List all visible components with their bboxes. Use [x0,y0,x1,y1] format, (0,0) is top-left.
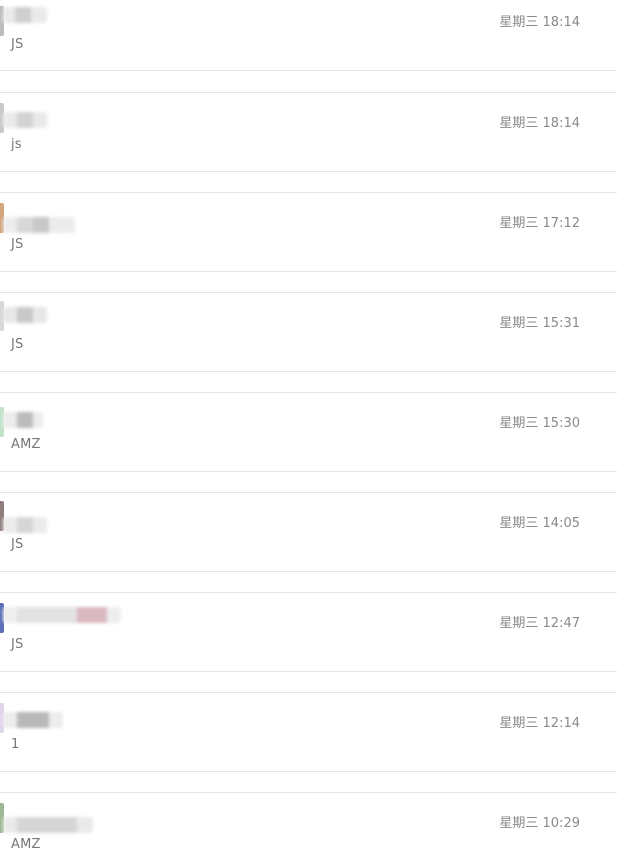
message-time: 星期三 15:31 [499,316,580,331]
message-preview: JS [11,537,24,552]
message-time: 星期三 12:14 [499,716,580,731]
message-preview: AMZ [11,837,41,848]
conversation-item[interactable]: JS 星期三 15:31 [0,292,617,372]
message-time: 星期三 14:05 [499,516,580,531]
contact-name-redacted [3,217,75,233]
contact-name-redacted [3,817,93,833]
conversation-item[interactable]: JS 星期三 14:05 [0,492,617,572]
contact-name-redacted [3,517,47,533]
contact-name-redacted [3,307,47,323]
conversation-item[interactable]: JS 星期三 12:47 [0,592,617,672]
message-time: 星期三 18:14 [499,116,580,131]
conversation-item[interactable]: AMZ 星期三 10:29 [0,792,617,848]
contact-name-redacted [3,112,47,128]
contact-name-redacted [3,412,43,428]
conversation-item[interactable]: JS 星期三 17:12 [0,192,617,272]
contact-name-redacted [3,607,121,623]
message-preview: 1 [11,737,20,752]
message-time: 星期三 12:47 [499,616,580,631]
message-preview: JS [11,237,24,252]
contact-name-redacted [3,712,63,728]
conversation-item[interactable]: js 星期三 18:14 [0,92,617,172]
message-preview: JS [11,37,24,52]
message-time: 星期三 10:29 [499,816,580,831]
message-time: 星期三 15:30 [499,416,580,431]
message-preview: JS [11,637,24,652]
message-preview: AMZ [11,437,41,452]
conversation-item[interactable]: 1 星期三 12:14 [0,692,617,772]
conversation-item[interactable]: JS 星期三 18:14 [0,0,617,71]
message-preview: JS [11,337,24,352]
message-time: 星期三 18:14 [499,15,580,30]
contact-name-redacted [3,7,47,23]
message-preview: js [11,137,22,152]
conversation-list: JS 星期三 18:14 js 星期三 18:14 JS 星期三 17:12 J… [0,0,617,848]
message-time: 星期三 17:12 [499,216,580,231]
conversation-item[interactable]: AMZ 星期三 15:30 [0,392,617,472]
